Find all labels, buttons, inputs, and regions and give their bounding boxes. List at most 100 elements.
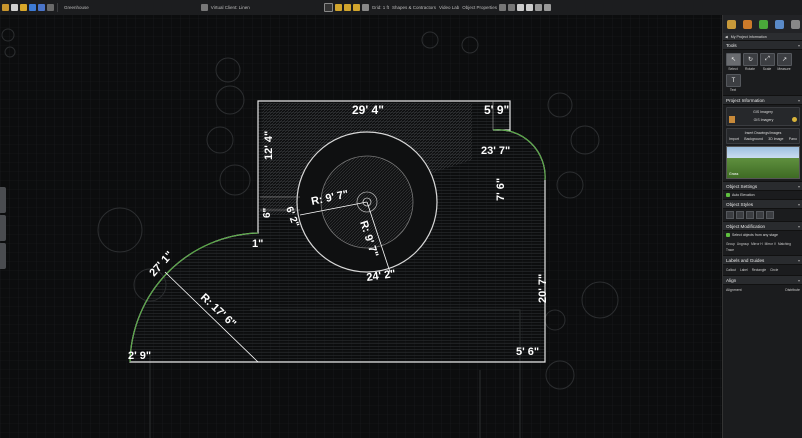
collapse-icon[interactable]: ▾ (798, 258, 800, 263)
left-panel-tab[interactable] (0, 243, 6, 269)
save-icon[interactable] (11, 4, 18, 11)
grid-icon[interactable] (361, 4, 369, 11)
section-title: Object Settings (726, 183, 758, 189)
left-panel-tab[interactable] (0, 187, 6, 213)
dimension-label[interactable]: 6" (262, 207, 273, 218)
3d-icon[interactable] (334, 4, 342, 11)
section-tools[interactable]: Tools ▾ (723, 40, 802, 50)
undo-icon[interactable] (534, 4, 542, 11)
matching-button[interactable]: Matching (778, 242, 791, 246)
back-icon[interactable]: ◀ (725, 35, 728, 39)
print-icon[interactable] (29, 4, 36, 11)
section-title: Align (726, 277, 737, 283)
section-labels-guides[interactable]: Labels and Guides ▾ (723, 255, 802, 265)
refresh-icon[interactable] (774, 19, 784, 29)
settings-icon[interactable] (498, 4, 506, 11)
globe-icon[interactable] (38, 4, 45, 11)
nav-title: My Project Information (730, 34, 767, 39)
collapse-icon[interactable]: ▾ (798, 43, 800, 48)
dimension-label[interactable]: 2' 9" (128, 350, 151, 362)
dimension-label[interactable]: 29' 4" (352, 103, 384, 117)
section-object-styles[interactable]: Object Styles ▾ (723, 199, 802, 209)
collapse-icon[interactable]: ▾ (798, 98, 800, 103)
option-label: Select objects from any stage (732, 233, 778, 237)
tool-scale[interactable]: ⤢ Scale (760, 53, 775, 71)
circle-button[interactable]: Circle (770, 268, 778, 272)
top-toolbar: Greenhouse Virtual Client: Linen Grid: 1… (0, 0, 802, 16)
collapse-icon[interactable]: ▾ (798, 224, 800, 229)
dimension-label[interactable]: 1" (252, 238, 263, 250)
grid-label[interactable]: Grid: 1 ft (372, 5, 389, 10)
mirror-v-button[interactable]: Mirror V (765, 242, 776, 246)
section-object-settings[interactable]: Object Settings ▾ (723, 181, 802, 191)
text-icon: T (726, 74, 741, 87)
labels-grid: Callout Label Rectangle Circle (723, 265, 802, 275)
fill-icon[interactable] (726, 211, 734, 219)
plan-drawing: 29' 4" 5' 9" 12' 4" 23' 7" 7' 6" R: 9' 7… (0, 15, 722, 438)
gis-imagery-button[interactable]: GIS Imagery (754, 118, 774, 122)
underline-icon[interactable] (756, 211, 764, 219)
background-button[interactable]: Background (744, 137, 763, 141)
insert-drawings-label: Insert Drawings/Images (744, 131, 782, 135)
mirror-h-button[interactable]: Mirror H (751, 242, 763, 246)
collapse-icon[interactable]: ▾ (798, 202, 800, 207)
copy-icon[interactable] (516, 4, 524, 11)
dimension-label[interactable]: 7' 6" (495, 178, 507, 201)
right-panel: ◀ My Project Information Tools ▾ ↖ Select … (722, 15, 802, 438)
collapse-icon[interactable]: ▾ (798, 184, 800, 189)
dimension-label[interactable]: 5' 9" (484, 103, 509, 117)
shovel-icon[interactable] (742, 19, 752, 29)
section-project-info[interactable]: Project Information ▾ (723, 95, 802, 105)
dimension-label[interactable]: 5' 6" (516, 346, 539, 358)
tool-measure[interactable]: ↗ Measure (777, 53, 792, 71)
2d-icon[interactable] (323, 3, 333, 12)
section-title: Object Modification (726, 223, 766, 229)
person-icon (729, 116, 735, 123)
shapes-label[interactable]: Shapes & Contractors (392, 5, 436, 10)
paste-icon[interactable] (525, 4, 533, 11)
3d-image-button[interactable]: 3D Image (768, 137, 783, 141)
section-object-modification[interactable]: Object Modification ▾ (723, 221, 802, 231)
trace-button[interactable]: Trace (726, 248, 734, 252)
bold-icon[interactable] (736, 211, 744, 219)
document-label[interactable]: Greenhouse (64, 5, 89, 10)
app-icon[interactable] (2, 4, 9, 11)
italic-icon[interactable] (746, 211, 754, 219)
pencil-icon[interactable] (726, 19, 736, 29)
settings-icon[interactable] (790, 19, 800, 29)
color-icon[interactable] (766, 211, 774, 219)
folder-icon[interactable] (20, 4, 27, 11)
insert-drawings-box: Insert Drawings/Images Import Background… (726, 128, 800, 144)
tool-select[interactable]: ↖ Select (726, 53, 741, 71)
layers-icon[interactable] (507, 4, 515, 11)
cursor-icon: ↖ (726, 53, 741, 66)
dimension-label[interactable]: 20' 7" (537, 274, 549, 303)
callout-button[interactable]: Callout (726, 268, 736, 272)
tree-icon[interactable] (758, 19, 768, 29)
tool-text[interactable]: T Text (726, 74, 741, 92)
label-button[interactable]: Label (740, 268, 748, 272)
rectangle-button[interactable]: Rectangle (752, 268, 766, 272)
select-objects-option[interactable]: Select objects from any stage (723, 231, 802, 239)
import-button[interactable]: Import (729, 137, 739, 141)
collapse-icon[interactable]: ▾ (798, 278, 800, 283)
group-button[interactable]: Group (726, 242, 735, 246)
section-align[interactable]: Align ▾ (723, 275, 802, 285)
pano-button[interactable]: Pano (789, 137, 797, 141)
pan-icon[interactable] (352, 4, 360, 11)
dimension-label[interactable]: 23' 7" (481, 145, 510, 157)
file-name[interactable]: Virtual Client: Linen (211, 5, 250, 10)
ungroup-button[interactable]: Ungroup (737, 242, 749, 246)
zoom-icon[interactable] (343, 4, 351, 11)
video-label[interactable]: Video Lab (439, 5, 459, 10)
help-icon[interactable] (792, 117, 797, 122)
left-panel-tab[interactable] (0, 215, 6, 241)
dimension-label[interactable]: 12' 4" (263, 131, 275, 160)
scene-thumbnail[interactable]: Grass (726, 146, 800, 179)
object-properties-label[interactable]: Object Properties (462, 5, 497, 10)
tool-rotate[interactable]: ↻ Rotate (743, 53, 758, 71)
redo-icon[interactable] (543, 4, 551, 11)
design-canvas[interactable]: 29' 4" 5' 9" 12' 4" 23' 7" 7' 6" R: 9' 7… (0, 15, 722, 438)
image-icon[interactable] (47, 4, 54, 11)
auto-elevation-toggle[interactable]: Auto Elevation (723, 191, 802, 199)
